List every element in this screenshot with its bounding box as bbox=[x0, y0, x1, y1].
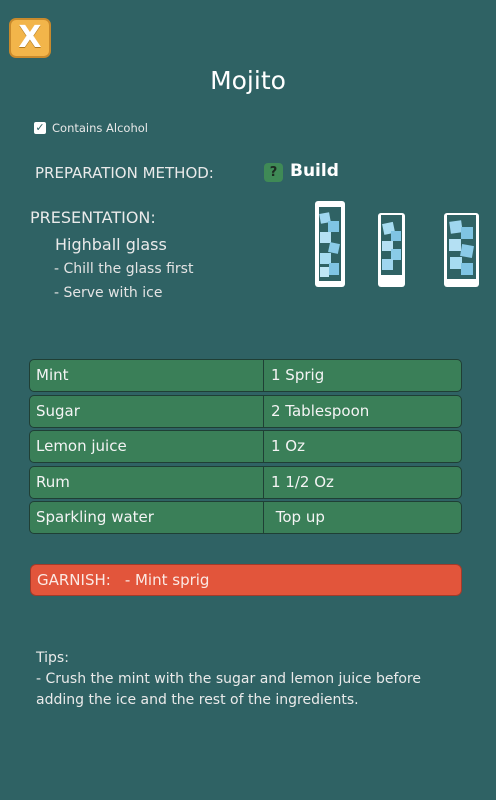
highball-glass-icon[interactable] bbox=[313, 199, 347, 289]
page-title: Mojito bbox=[210, 66, 286, 95]
ingredient-amount: 1 Sprig bbox=[271, 366, 325, 384]
ingredients-table: Mint 1 Sprig Sugar 2 Tablespoon Lemon ju… bbox=[29, 359, 462, 537]
ingredient-amount: Top up bbox=[271, 508, 325, 526]
presentation-label: PRESENTATION: bbox=[30, 208, 156, 227]
close-button[interactable]: X bbox=[9, 18, 51, 58]
preparation-method-label: PREPARATION METHOD: bbox=[35, 164, 214, 182]
contains-alcohol-checkbox[interactable]: ✓ Contains Alcohol bbox=[34, 121, 148, 135]
rocks-glass-icon[interactable] bbox=[376, 211, 407, 289]
ingredient-name: Rum bbox=[30, 466, 264, 498]
presentation-note: - Serve with ice bbox=[54, 285, 163, 301]
ingredient-row: Mint 1 Sprig bbox=[29, 359, 462, 392]
ingredient-name: Sugar bbox=[30, 395, 264, 427]
tips-section: Tips: - Crush the mint with the sugar an… bbox=[36, 648, 466, 711]
ingredient-name: Lemon juice bbox=[30, 431, 264, 462]
ingredient-amount: 1 1/2 Oz bbox=[271, 472, 334, 491]
glass-type: Highball glass bbox=[55, 235, 167, 254]
ingredient-row: Lemon juice 1 Oz bbox=[29, 430, 462, 463]
ingredient-name: Sparkling water bbox=[30, 502, 264, 533]
tips-text: - Crush the mint with the sugar and lemo… bbox=[36, 671, 421, 708]
preparation-method-value: Build bbox=[290, 161, 339, 181]
help-icon[interactable]: ? bbox=[264, 163, 283, 182]
presentation-note: - Chill the glass first bbox=[54, 261, 194, 277]
collins-glass-icon[interactable] bbox=[442, 211, 481, 289]
ingredient-amount: 2 Tablespoon bbox=[271, 401, 370, 420]
ingredient-row: Sugar 2 Tablespoon bbox=[29, 394, 462, 428]
garnish-label: GARNISH: bbox=[37, 571, 111, 589]
contains-alcohol-label: Contains Alcohol bbox=[52, 121, 148, 135]
garnish-bar: GARNISH: - Mint sprig bbox=[30, 564, 462, 596]
ingredient-row: Sparkling water Top up bbox=[29, 501, 462, 534]
ingredient-name: Mint bbox=[30, 360, 264, 391]
ingredient-row: Rum 1 1/2 Oz bbox=[29, 465, 462, 499]
checkmark-icon: ✓ bbox=[34, 121, 46, 134]
ingredient-amount: 1 Oz bbox=[271, 437, 305, 455]
garnish-value: - Mint sprig bbox=[124, 571, 210, 589]
tips-label: Tips: bbox=[36, 650, 69, 666]
